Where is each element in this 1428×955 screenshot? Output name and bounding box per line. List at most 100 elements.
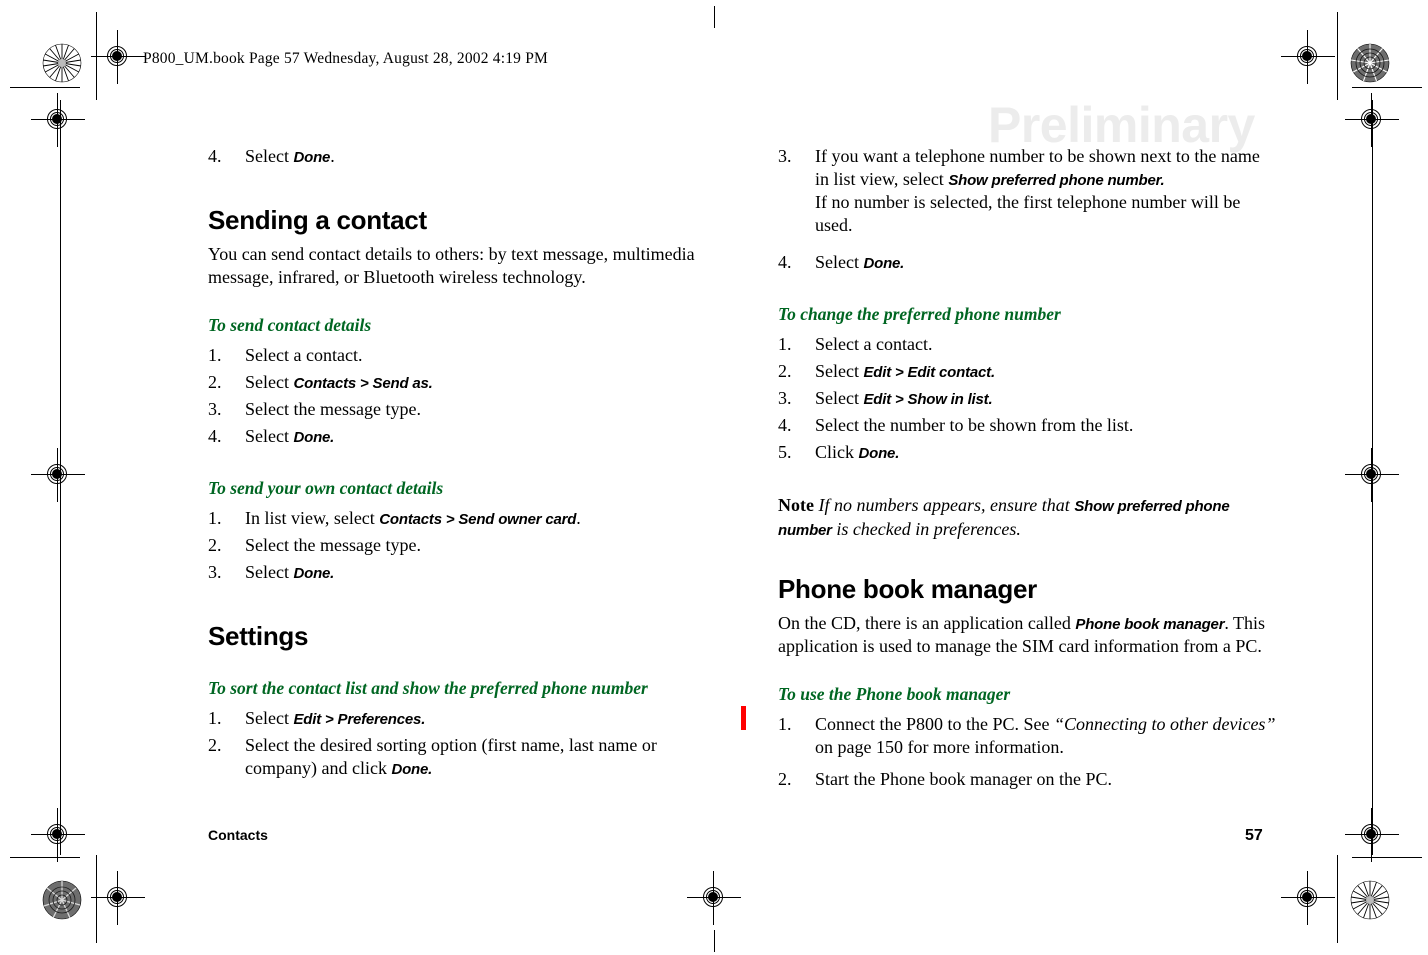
- list-item: 1. Connect the P800 to the PC. See “Conne…: [778, 713, 1278, 759]
- registration-bullseye-right-middle: [1345, 448, 1399, 502]
- step-number: 3.: [208, 399, 222, 420]
- list-item: 1. In list view, select Contacts > Send o…: [208, 507, 708, 530]
- registration-bullseye-top-right: [1281, 30, 1335, 84]
- procedure-title-sort-contact-list: To sort the contact list and show the pr…: [208, 677, 648, 698]
- list-item: 3. Select the message type.: [208, 398, 708, 421]
- cross-reference-link[interactable]: “Connecting to other devices”: [1054, 714, 1275, 734]
- list-item: 3. If you want a telephone number to be s…: [778, 145, 1278, 237]
- list-item: 2. Select Edit > Edit contact.: [778, 360, 1278, 383]
- ui-label: Done.: [391, 760, 433, 778]
- list-item: 2. Select the message type.: [208, 534, 708, 557]
- step-number: 3.: [778, 388, 792, 409]
- fold-rule-bottom: [714, 930, 715, 952]
- list-item: 4. Select Done.: [778, 251, 1278, 274]
- ui-label: Edit > Edit contact.: [863, 364, 995, 382]
- revision-change-bar: [741, 706, 746, 730]
- list-item: 1. Select a contact.: [778, 333, 1278, 356]
- intro-text-before: On the CD, there is an application calle…: [778, 613, 1076, 634]
- procedure-title-send-own-contact-details: To send your own contact details: [208, 478, 444, 499]
- step-number: 2.: [208, 535, 222, 556]
- note-text-after: is checked in preferences.: [831, 518, 1021, 539]
- registration-bullseye-left-upper: [31, 93, 85, 147]
- book-file-header: P800_UM.book Page 57 Wednesday, August 2…: [143, 50, 549, 67]
- ui-label: Edit > Show in list.: [863, 391, 993, 409]
- continued-steps-list: 3. If you want a telephone number to be s…: [778, 145, 1278, 274]
- registration-starburst-bottom-right: [1350, 880, 1390, 920]
- step-number: 2.: [778, 769, 792, 790]
- step-text: Select: [815, 252, 864, 273]
- trim-line-left-upper: [10, 87, 80, 88]
- step-text: Connect the P800 to the PC. See: [815, 714, 1054, 735]
- section-intro-phone-book-manager: On the CD, there is an application calle…: [778, 612, 1278, 658]
- registration-starburst-top-left: [42, 43, 82, 83]
- registration-bullseye-right-upper: [1345, 93, 1399, 147]
- trim-line-right-lower: [1352, 857, 1422, 858]
- step-number: 4.: [778, 252, 792, 273]
- ui-label: Phone book manager: [1075, 616, 1225, 634]
- step-text: Select the message type.: [245, 535, 421, 556]
- step-text: Select the number to be shown from the l…: [815, 415, 1134, 436]
- ui-label: Done.: [858, 445, 900, 463]
- page-title: Sending a contact: [208, 205, 427, 236]
- step-text: Select: [245, 146, 294, 166]
- step-text: Select: [245, 426, 294, 447]
- list-item: 5. Click Done.: [778, 441, 1278, 464]
- step-text: Select the message type.: [245, 399, 421, 420]
- registration-starburst-bottom-left: [42, 880, 82, 920]
- trim-line-bottom-right: [1337, 855, 1338, 943]
- registration-bullseye-bottom-right: [1281, 871, 1335, 925]
- step-text: Select a contact.: [815, 334, 933, 355]
- trim-line-top-right: [1337, 12, 1338, 100]
- registration-bullseye-bottom-center: [687, 871, 741, 925]
- step-text: Select: [815, 388, 864, 409]
- step-text: Select: [245, 562, 294, 583]
- trim-line-left-lower: [10, 857, 80, 858]
- registration-bullseye-bottom-left: [91, 871, 145, 925]
- step-continuation: If no number is selected, the first tele…: [815, 192, 1241, 236]
- ui-label: Done: [293, 149, 331, 166]
- list-item: 2. Select the desired sorting option (fir…: [208, 734, 708, 780]
- procedure-title-change-preferred-number: To change the preferred phone number: [778, 304, 1061, 325]
- step-number: 1.: [208, 707, 222, 728]
- step-number: 1.: [778, 714, 792, 735]
- registration-bullseye-left-lower: [31, 808, 85, 862]
- step-text: Select: [815, 361, 864, 382]
- step-number: 1.: [208, 508, 222, 529]
- ui-label: Contacts > Send owner card: [379, 511, 577, 529]
- ui-label: Contacts > Send as.: [293, 375, 433, 393]
- registration-bullseye-right-lower: [1345, 808, 1399, 862]
- note-text-before: If no numbers appears, ensure that: [813, 495, 1075, 516]
- step-number: 2.: [208, 734, 222, 755]
- step-number: 2.: [778, 361, 792, 382]
- list-item: 4. Select the number to be shown from the…: [778, 414, 1278, 437]
- ui-label: Done.: [863, 255, 905, 273]
- list-item: 3. Select Edit > Show in list.: [778, 387, 1278, 410]
- procedure-steps-use-phone-book-manager: 1. Connect the P800 to the PC. See “Conne…: [778, 713, 1278, 791]
- step-number: 2.: [208, 372, 222, 393]
- right-column: 3. If you want a telephone number to be s…: [778, 145, 1278, 795]
- step-number: 3.: [778, 146, 792, 166]
- registration-starburst-top-right: [1350, 43, 1390, 83]
- step-number: 4.: [208, 426, 222, 447]
- step-text: Select the desired sorting option (first…: [245, 734, 657, 778]
- step-suffix: .: [576, 508, 581, 529]
- procedure-title-send-contact-details: To send contact details: [208, 315, 372, 336]
- list-item: 1. Select a contact.: [208, 344, 708, 367]
- step-suffix: .: [330, 146, 335, 166]
- ui-label: Done.: [293, 565, 335, 583]
- step-number: 5.: [778, 442, 792, 463]
- trim-line-right-upper: [1352, 87, 1422, 88]
- list-item: 3. Select Done.: [208, 561, 708, 584]
- leading-step-list: 4. Select Done.: [208, 145, 708, 168]
- procedure-steps-sort-contact-list: 1. Select Edit > Preferences. 2. Select th…: [208, 707, 708, 780]
- section-intro-paragraph: You can send contact details to others: …: [208, 244, 695, 288]
- registration-bullseye-left-middle: [31, 448, 85, 502]
- list-item: 4. Select Done.: [208, 425, 708, 448]
- step-number: 1.: [208, 345, 222, 366]
- list-item: 4. Select Done.: [208, 145, 708, 168]
- note-label: Note: [778, 495, 814, 516]
- list-item: 2. Start the Phone book manager on the PC…: [778, 768, 1278, 791]
- footer-chapter-name: Contacts: [208, 827, 268, 843]
- section-heading-settings: Settings: [208, 621, 309, 652]
- step-number: 4.: [778, 415, 792, 436]
